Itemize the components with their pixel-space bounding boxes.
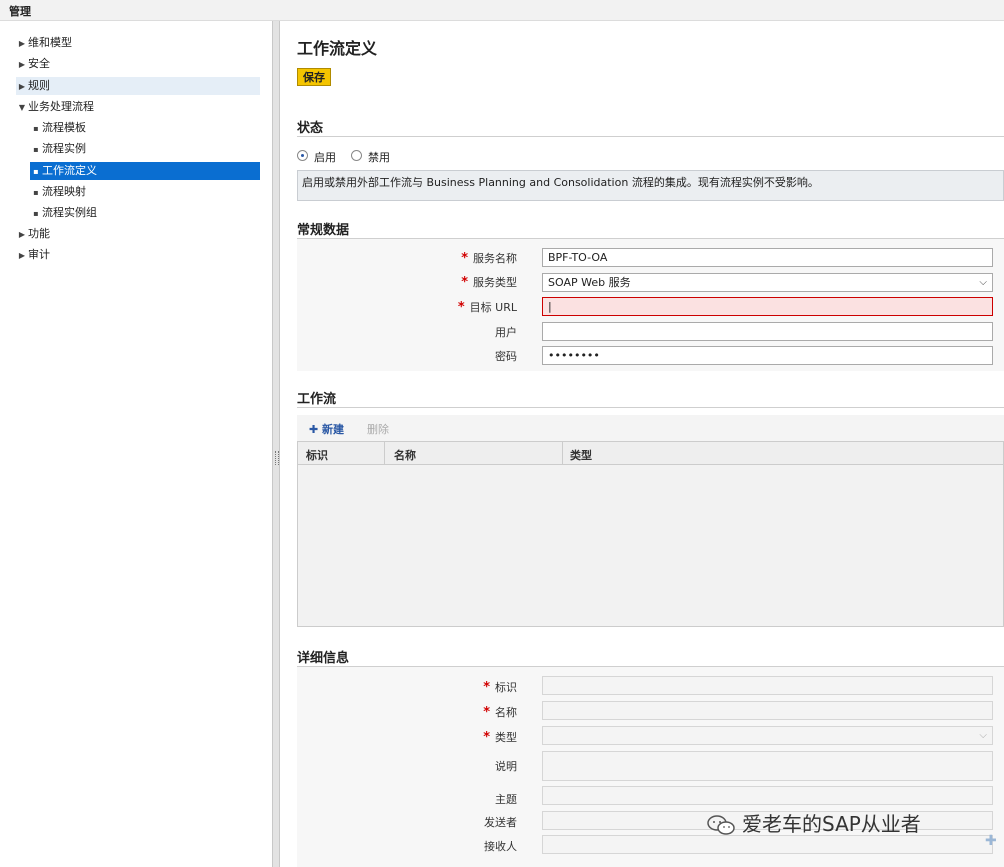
required-marker: * (461, 251, 468, 266)
detail-type-select: ⌵ (542, 726, 993, 745)
wechat-icon (706, 814, 738, 836)
detail-id-label: * 标识 (483, 680, 517, 695)
detail-description-input (542, 751, 993, 781)
section-divider (297, 136, 1004, 137)
details-section-title: 详细信息 (297, 651, 350, 666)
user-label: 用户 (495, 326, 517, 339)
sidebar-item-process-instances[interactable]: ▪ 流程实例 (30, 140, 260, 158)
sidebar-item-process-instance-groups[interactable]: ▪ 流程实例组 (30, 204, 260, 222)
service-type-label: * 服务类型 (461, 275, 517, 290)
column-divider (562, 442, 563, 464)
service-name-label: * 服务名称 (461, 251, 517, 266)
sidebar-item-rules[interactable]: ▶ 规则 (16, 77, 260, 95)
triangle-right-icon: ▶ (18, 251, 26, 260)
required-marker: * (483, 730, 490, 745)
details-form: * 标识 * 名称 * 类型 ⌵ 说明 主题 发送者 接收人 (297, 667, 1004, 867)
sidebar-item-process-mapping[interactable]: ▪ 流程映射 (30, 183, 260, 201)
target-url-label: * 目标 URL (457, 300, 517, 315)
workflow-table-header: 标识 名称 类型 (297, 441, 1004, 465)
pane-splitter[interactable] (272, 21, 280, 867)
status-info-text: 启用或禁用外部工作流与 Business Planning and Consol… (297, 170, 1004, 201)
disable-radio[interactable] (351, 150, 362, 161)
required-marker: * (457, 300, 465, 315)
column-divider (384, 442, 385, 464)
bullet-icon: ▪ (33, 188, 39, 197)
detail-description-label: 说明 (495, 760, 517, 773)
service-type-select[interactable]: SOAP Web 服务 ⌵ (542, 273, 993, 292)
top-bar: 管理 (0, 0, 1004, 21)
bullet-icon: ▪ (33, 145, 39, 154)
sidebar-item-features[interactable]: ▶ 功能 (16, 225, 260, 243)
service-type-value: SOAP Web 服务 (548, 276, 631, 289)
sidebar-item-workflow-definition[interactable]: ▪ 工作流定义 (30, 162, 260, 180)
enable-radio-label[interactable]: 启用 (314, 149, 336, 165)
password-label: 密码 (495, 350, 517, 363)
detail-id-input (542, 676, 993, 695)
triangle-right-icon: ▶ (18, 82, 26, 91)
sidebar-item-dimension-models[interactable]: ▶ 维和模型 (16, 34, 260, 52)
section-divider (297, 407, 1004, 408)
triangle-right-icon: ▶ (18, 230, 26, 239)
required-marker: * (483, 680, 490, 695)
detail-name-label: * 名称 (483, 705, 517, 720)
workflow-table-body[interactable] (297, 465, 1004, 627)
column-header-name[interactable]: 名称 (394, 447, 416, 463)
status-section-title: 状态 (297, 121, 324, 136)
sidebar-item-audit[interactable]: ▶ 审计 (16, 246, 260, 264)
detail-recipient-label: 接收人 (484, 840, 517, 853)
sidebar: ▶ 维和模型 ▶ 安全 ▶ 规则 ▼ 业务处理流程 ▪ 流程模板 ▪ 流程实例 ▪ 工作流定义… (0, 21, 272, 867)
bullet-icon: ▪ (33, 167, 39, 176)
plus-icon: ✚ (309, 423, 323, 436)
target-url-input[interactable]: | (542, 297, 993, 316)
new-workflow-button[interactable]: ✚ 新建 (309, 421, 344, 437)
watermark-text: 爱老车的SAP从业者 (742, 812, 921, 836)
triangle-down-icon: ▼ (18, 103, 26, 112)
triangle-right-icon: ▶ (18, 39, 26, 48)
chevron-down-icon: ⌵ (979, 730, 987, 741)
required-marker: * (483, 705, 490, 720)
app-title: 管理 (9, 5, 31, 18)
column-header-id[interactable]: 标识 (306, 447, 328, 463)
delete-workflow-button[interactable]: 删除 (367, 421, 389, 437)
service-name-input[interactable]: BPF-TO-OA (542, 248, 993, 267)
detail-recipient-input (542, 835, 993, 854)
general-section-title: 常规数据 (297, 223, 350, 238)
detail-subject-input (542, 786, 993, 805)
column-header-type[interactable]: 类型 (570, 447, 592, 463)
page-title: 工作流定义 (297, 39, 378, 58)
plus-icon[interactable]: ✚ (985, 833, 997, 849)
general-form: * 服务名称 BPF-TO-OA * 服务类型 SOAP Web 服务 ⌵ * 目标 … (297, 239, 1004, 371)
bullet-icon: ▪ (33, 209, 39, 218)
required-marker: * (461, 275, 468, 290)
triangle-right-icon: ▶ (18, 60, 26, 69)
main-panel: 工作流定义 保存 状态 启用 禁用 启用或禁用外部工作流与 Business P… (281, 21, 1004, 867)
sidebar-item-business-process-flows[interactable]: ▼ 业务处理流程 (16, 98, 260, 116)
workflow-toolbar: ✚ 新建 删除 (297, 415, 1004, 441)
bullet-icon: ▪ (33, 124, 39, 133)
disable-radio-label[interactable]: 禁用 (368, 149, 390, 165)
enable-radio[interactable] (297, 150, 308, 161)
detail-type-label: * 类型 (483, 730, 517, 745)
sidebar-item-security[interactable]: ▶ 安全 (16, 55, 260, 73)
password-input[interactable]: •••••••• (542, 346, 993, 365)
detail-sender-label: 发送者 (484, 816, 517, 829)
save-button[interactable]: 保存 (297, 68, 331, 86)
chevron-down-icon[interactable]: ⌵ (979, 275, 987, 290)
detail-subject-label: 主题 (495, 793, 517, 806)
sidebar-item-process-templates[interactable]: ▪ 流程模板 (30, 119, 260, 137)
detail-name-input (542, 701, 993, 720)
user-input[interactable] (542, 322, 993, 341)
splitter-grip-icon[interactable] (275, 451, 279, 465)
workflow-section-title: 工作流 (297, 392, 337, 407)
